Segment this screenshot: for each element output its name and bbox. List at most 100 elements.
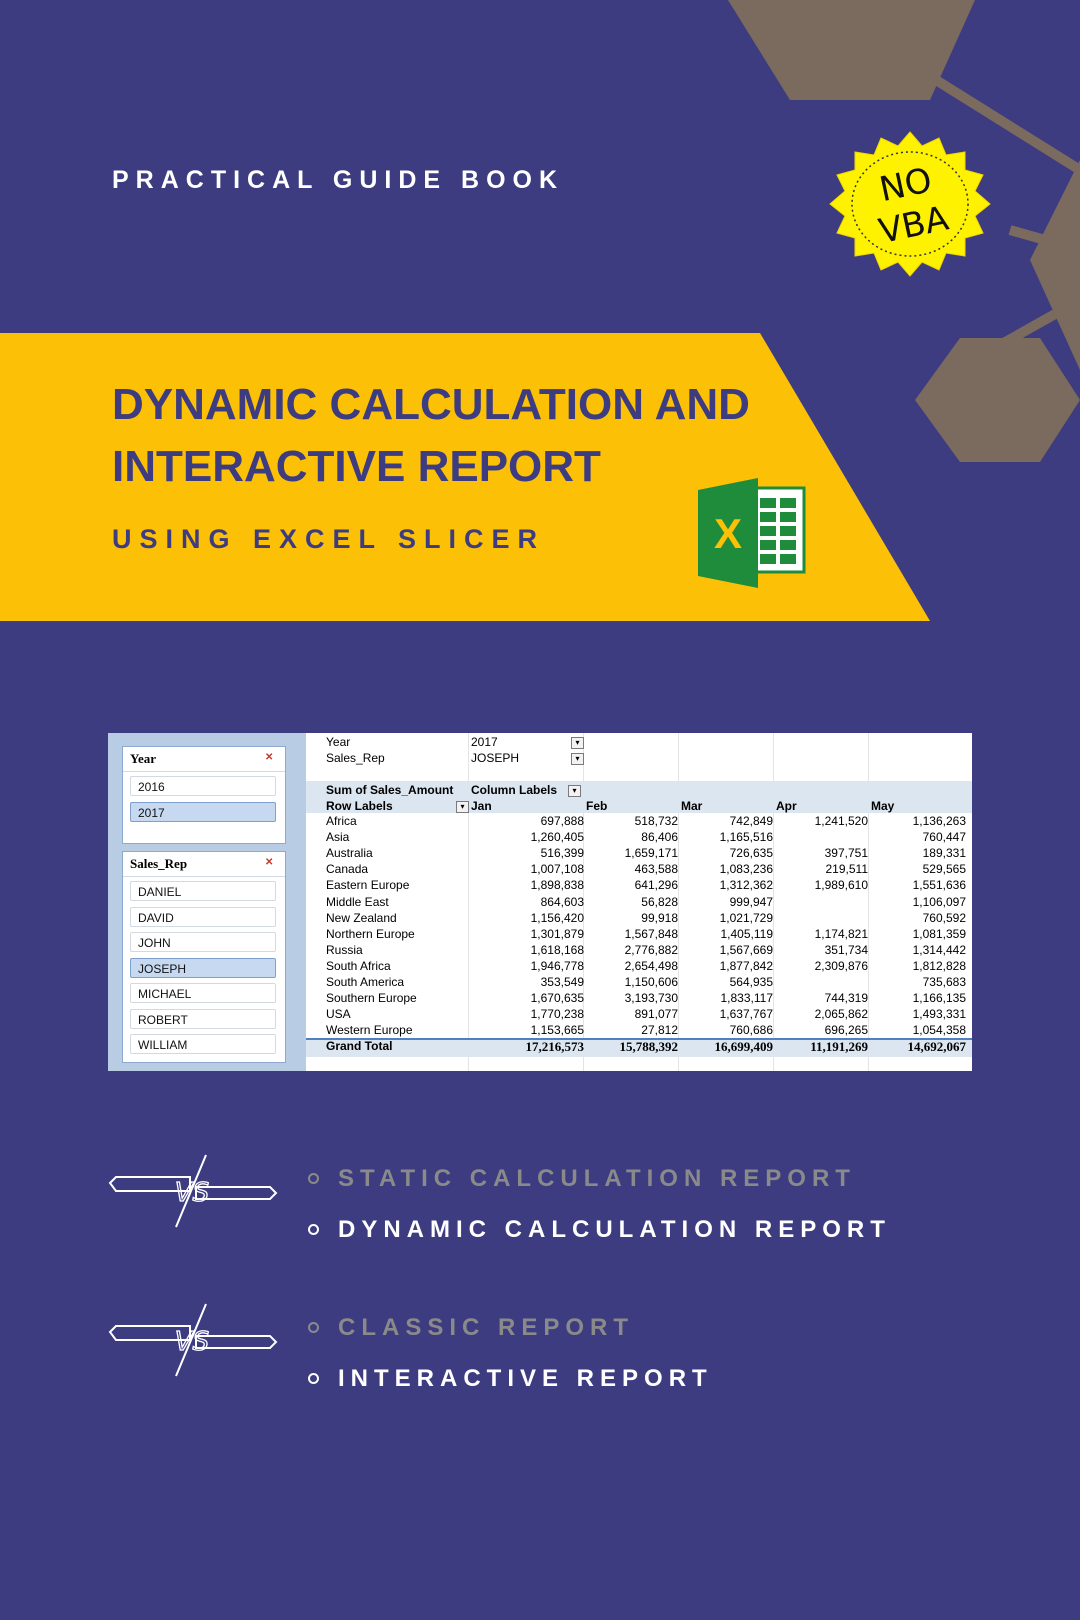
sales-rep-slicer[interactable]: Sales_Rep ✕ DANIEL DAVID JOHN JOSEPH MICHAEL… bbox=[122, 851, 286, 1063]
table-cell: 1,165,516 bbox=[719, 830, 773, 845]
title-line-2: INTERACTIVE REPORT bbox=[112, 442, 601, 491]
grand-total-cell: 11,191,269 bbox=[810, 1039, 868, 1055]
filter-value: 2017 bbox=[471, 735, 498, 749]
table-cell: 760,592 bbox=[922, 910, 966, 925]
row-label: Russia bbox=[326, 942, 363, 957]
slicer-item-michael[interactable]: MICHAEL bbox=[130, 983, 276, 1003]
row-label: Western Europe bbox=[326, 1023, 413, 1038]
slicer-item-2017[interactable]: 2017 bbox=[130, 801, 276, 822]
table-cell: 1,812,828 bbox=[912, 958, 966, 973]
table-cell: 56,828 bbox=[641, 894, 678, 909]
pivot-screenshot: Year ✕ 2016 2017 Sales_Rep ✕ DANIEL DAVID J… bbox=[108, 733, 972, 1071]
book-cover: PRACTICAL GUIDE BOOK NO VBA DYNAMIC CALC… bbox=[0, 0, 1080, 1620]
table-cell: 641,296 bbox=[634, 878, 678, 893]
clear-filter-icon[interactable]: ✕ bbox=[265, 752, 277, 764]
grand-total-cell: 14,692,067 bbox=[907, 1039, 967, 1055]
row-label: Africa bbox=[326, 814, 357, 828]
clear-filter-icon[interactable]: ✕ bbox=[265, 857, 277, 869]
table-cell: 219,511 bbox=[825, 862, 869, 877]
table-cell: 1,021,729 bbox=[719, 910, 773, 925]
old-method-label: CLASSIC REPORT bbox=[338, 1314, 635, 1341]
bullet-icon bbox=[308, 1373, 319, 1384]
slicer-item-joseph[interactable]: JOSEPH bbox=[130, 957, 276, 978]
year-slicer[interactable]: Year ✕ 2016 2017 bbox=[122, 746, 286, 844]
table-cell: 2,065,862 bbox=[814, 1007, 868, 1022]
filter-value: JOSEPH bbox=[471, 751, 520, 765]
table-cell: 1,405,119 bbox=[720, 926, 774, 941]
pivot-table: Year 2017 ▾ Sales_Rep JOSEPH ▾ Sum of Sales_Am… bbox=[306, 733, 972, 1071]
column-header-apr: Apr bbox=[776, 799, 797, 813]
table-cell: 891,077 bbox=[634, 1007, 678, 1022]
column-header-may: May bbox=[871, 799, 895, 813]
table-cell: 999,947 bbox=[729, 894, 773, 909]
new-method-label: DYNAMIC CALCULATION REPORT bbox=[338, 1216, 891, 1243]
slicer-item-john[interactable]: JOHN bbox=[130, 932, 276, 952]
column-filter-icon[interactable]: ▾ bbox=[568, 785, 581, 797]
table-cell: 86,406 bbox=[641, 830, 678, 845]
bullet-icon bbox=[308, 1322, 319, 1333]
slicer-item-robert[interactable]: ROBERT bbox=[130, 1008, 276, 1029]
table-cell: 1,106,097 bbox=[912, 894, 966, 909]
no-vba-seal: NO VBA bbox=[829, 131, 991, 277]
row-label: South America bbox=[326, 975, 405, 989]
table-cell: 735,683 bbox=[922, 975, 966, 989]
column-header-mar: Mar bbox=[681, 799, 703, 813]
slicer-pane: Year ✕ 2016 2017 Sales_Rep ✕ DANIEL DAVID J… bbox=[108, 733, 306, 1071]
banner-subtitle: USING EXCEL SLICER bbox=[112, 524, 546, 554]
table-cell: 1,083,236 bbox=[719, 862, 773, 877]
column-header-jan: Jan bbox=[471, 799, 492, 813]
row-filter-icon[interactable]: ▾ bbox=[456, 801, 469, 813]
table-cell: 1,174,821 bbox=[814, 926, 868, 941]
table-cell: 1,637,767 bbox=[719, 1007, 773, 1022]
table-cell: 1,312,362 bbox=[719, 878, 773, 893]
row-label: South Africa bbox=[326, 958, 391, 973]
table-cell: 1,136,263 bbox=[912, 814, 966, 828]
table-cell: 529,565 bbox=[922, 862, 966, 877]
table-cell: 1,081,359 bbox=[912, 926, 966, 941]
table-cell: 2,309,876 bbox=[814, 958, 868, 973]
excel-letter: X bbox=[714, 510, 742, 557]
table-cell: 1,314,442 bbox=[912, 942, 966, 957]
value-header: Sum of Sales_Amount bbox=[326, 783, 454, 797]
column-labels-header: Column Labels bbox=[471, 783, 558, 797]
row-labels-header: Row Labels bbox=[326, 799, 393, 813]
table-cell: 1,241,520 bbox=[814, 814, 868, 828]
old-method-label: STATIC CALCULATION REPORT bbox=[338, 1165, 856, 1192]
table-cell: 1,054,358 bbox=[912, 1023, 966, 1038]
filter-label: Year bbox=[326, 735, 351, 749]
filter-dropdown-icon[interactable]: ▾ bbox=[571, 753, 584, 765]
slicer-item-david[interactable]: DAVID bbox=[130, 906, 276, 927]
table-cell: 742,849 bbox=[729, 814, 773, 828]
bullet-icon bbox=[308, 1224, 319, 1235]
table-cell: 2,776,882 bbox=[624, 942, 678, 957]
slicer-item-2016[interactable]: 2016 bbox=[130, 776, 276, 796]
table-cell: 1,989,610 bbox=[814, 878, 868, 893]
table-cell: 1,166,135 bbox=[912, 991, 966, 1006]
slicer-item-william[interactable]: WILLIAM bbox=[130, 1034, 276, 1054]
grand-total-label: Grand Total bbox=[326, 1039, 393, 1054]
table-cell: 1,567,848 bbox=[624, 926, 678, 941]
table-cell: 726,635 bbox=[729, 846, 773, 861]
table-cell: 1,833,117 bbox=[720, 991, 774, 1006]
versus-icon: VS bbox=[108, 1303, 278, 1377]
table-cell: 1,493,331 bbox=[912, 1007, 966, 1022]
table-cell: 744,319 bbox=[824, 991, 868, 1006]
filter-label: Sales_Rep bbox=[326, 751, 385, 765]
versus-icon: VS bbox=[108, 1154, 278, 1228]
grand-total-cell: 15,788,392 bbox=[619, 1039, 679, 1055]
table-cell: 1,150,606 bbox=[624, 975, 678, 989]
table-cell: 189,331 bbox=[922, 846, 966, 861]
grand-total-cell: 16,699,409 bbox=[714, 1039, 774, 1055]
row-label: Southern Europe bbox=[326, 991, 417, 1006]
table-cell: 518,732 bbox=[634, 814, 678, 828]
filter-dropdown-icon[interactable]: ▾ bbox=[571, 737, 584, 749]
table-cell: 27,812 bbox=[641, 1023, 678, 1038]
row-label: Australia bbox=[326, 846, 373, 861]
table-cell: 463,588 bbox=[634, 862, 678, 877]
bullet-icon bbox=[308, 1173, 319, 1184]
table-cell: 1,877,842 bbox=[719, 958, 773, 973]
row-label: Eastern Europe bbox=[326, 878, 410, 893]
table-cell: 397,751 bbox=[824, 846, 868, 861]
slicer-item-daniel[interactable]: DANIEL bbox=[130, 881, 276, 901]
table-cell: 99,918 bbox=[641, 910, 678, 925]
